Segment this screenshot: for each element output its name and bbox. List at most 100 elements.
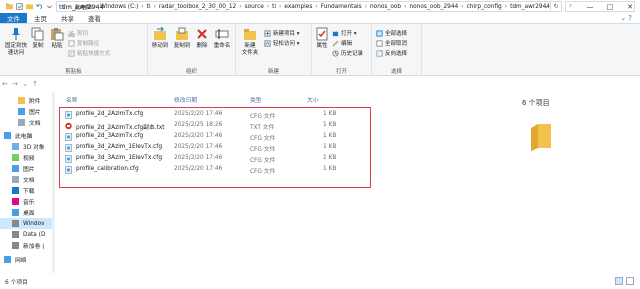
organize-group: 移动到 复制到 删除 重命名 组织 <box>148 24 236 76</box>
nav-item[interactable]: 视频 <box>0 152 55 163</box>
paste-label: 粘贴 <box>51 43 63 49</box>
search-icon: ⌕ <box>569 3 573 9</box>
cut-label: 剪切 <box>77 31 89 37</box>
undo-icon[interactable] <box>36 3 43 10</box>
breadcrumb-separator[interactable]: › <box>315 4 317 10</box>
quick-access-dropdown-icon[interactable] <box>46 3 53 10</box>
computer-icon <box>61 4 66 9</box>
tab-home[interactable]: 主页 <box>27 13 54 23</box>
nav-item[interactable]: Data (D <box>0 229 55 240</box>
nav-item[interactable]: 图片 <box>0 163 55 174</box>
column-type[interactable]: 类型 <box>250 95 262 104</box>
breadcrumb-separator[interactable]: › <box>239 4 241 10</box>
properties-icon[interactable] <box>16 3 23 10</box>
properties-icon <box>316 27 328 41</box>
select-all-button[interactable]: 全部选择 <box>376 29 407 37</box>
forward-button[interactable]: → <box>10 80 20 88</box>
nav-item[interactable]: 此电脑 <box>0 130 55 141</box>
breadcrumb-separator[interactable]: › <box>141 4 143 10</box>
nav-item[interactable]: 网络 <box>0 254 55 265</box>
nav-item[interactable]: 附件 <box>0 95 55 106</box>
up-button[interactable]: ↑ <box>30 80 40 88</box>
select-none-button[interactable]: 全部取消 <box>376 39 407 47</box>
breadcrumb-item[interactable]: ti <box>147 4 151 10</box>
nav-item-label: 文档 <box>29 121 41 127</box>
history-button[interactable]: 历史记录 <box>332 49 363 57</box>
delete-button[interactable]: 删除 <box>194 27 210 50</box>
copy-button[interactable]: 复制 <box>31 27 45 50</box>
breadcrumb-item[interactable]: Fundamentals <box>321 4 362 10</box>
new-folder-button[interactable]: 新建 文件夹 <box>239 27 261 57</box>
new-folder-icon[interactable] <box>26 3 33 10</box>
breadcrumb-separator[interactable]: › <box>279 4 281 10</box>
column-date[interactable]: 修改日期 <box>174 95 197 104</box>
copy-path-button[interactable]: 复制路径 <box>68 39 99 47</box>
paste-shortcut-button[interactable]: 粘贴快捷方式 <box>68 49 110 57</box>
quick-access-toolbar <box>0 3 53 10</box>
invert-selection-button[interactable]: 反向选择 <box>376 49 407 57</box>
breadcrumb-separator[interactable]: › <box>95 4 97 10</box>
refresh-button[interactable]: ↻ <box>551 1 562 12</box>
nav-item-label: 下载 <box>23 189 35 195</box>
nav-item[interactable]: 音乐 <box>0 196 55 207</box>
breadcrumb-item[interactable]: chirp_config <box>467 4 502 10</box>
breadcrumb-separator[interactable]: › <box>365 4 367 10</box>
nav-item[interactable]: 下载 <box>0 185 55 196</box>
nav-scrollbar[interactable] <box>52 92 55 273</box>
tab-view[interactable]: 查看 <box>81 13 108 23</box>
easy-access-button[interactable]: 轻松访问 ▾ <box>264 39 300 47</box>
large-icons-view-button[interactable] <box>626 277 634 285</box>
paste-button[interactable]: 粘贴 <box>50 27 64 50</box>
cut-button[interactable]: 剪切 <box>68 29 88 37</box>
rename-button[interactable]: 重命名 <box>212 27 232 50</box>
view-toggle <box>615 277 634 285</box>
column-name[interactable]: 名称 <box>66 95 78 104</box>
nav-item[interactable]: 文档 <box>0 117 55 128</box>
column-size[interactable]: 大小 <box>307 95 319 104</box>
edit-button[interactable]: 编辑 <box>332 39 352 47</box>
help-icon[interactable]: ⌄ ? <box>620 13 640 23</box>
nav-item[interactable]: 文档 <box>0 174 55 185</box>
breadcrumb-item[interactable]: ti <box>272 4 276 10</box>
folder-icon <box>18 97 25 104</box>
open-group-label: 打开 <box>335 69 347 75</box>
move-to-button[interactable]: 移动到 <box>150 27 170 50</box>
breadcrumb-item[interactable]: 此电脑 <box>74 2 91 11</box>
copy-to-icon <box>176 27 188 40</box>
details-view-button[interactable] <box>615 277 623 285</box>
search-input[interactable]: ⌕ <box>565 1 635 12</box>
breadcrumb-separator[interactable]: › <box>69 4 71 10</box>
pin-label: 固定到快速访问 <box>4 43 27 56</box>
copy-to-button[interactable]: 复制到 <box>172 27 192 50</box>
address-dropdown-icon[interactable]: ⌄ <box>541 1 551 12</box>
back-button[interactable]: ← <box>0 80 10 88</box>
breadcrumb-item[interactable]: Windows (C:) <box>100 4 138 10</box>
address-bar[interactable]: › 此电脑 › Windows (C:) › ti › radar_toolbox_2_30_… <box>56 1 551 12</box>
breadcrumb-item[interactable]: radar_toolbox_2_30_00_12 <box>159 4 236 10</box>
breadcrumb-item[interactable]: examples <box>284 4 312 10</box>
breadcrumb-separator[interactable]: › <box>267 4 269 10</box>
nav-item[interactable]: 桌面 <box>0 207 55 218</box>
nav-item[interactable]: 新加卷 ( <box>0 240 55 251</box>
tab-share[interactable]: 共享 <box>54 13 81 23</box>
nav-item-label: 文档 <box>23 178 35 184</box>
nav-item[interactable]: Windov <box>0 218 55 229</box>
open-button[interactable]: 打开 ▾ <box>332 29 357 37</box>
breadcrumb-item[interactable]: nonos_oob_2944 <box>409 4 458 10</box>
breadcrumb-separator[interactable]: › <box>404 4 406 10</box>
breadcrumb-separator[interactable]: › <box>461 4 463 10</box>
breadcrumb-item[interactable]: source <box>245 4 264 10</box>
nav-item[interactable]: 3D 对象 <box>0 141 55 152</box>
open-group: 属性 打开 ▾ 编辑 历史记录 打开 <box>312 24 372 76</box>
new-item-button[interactable]: 新建项目 ▾ <box>264 29 300 37</box>
breadcrumb-separator[interactable]: › <box>505 4 507 10</box>
nav-item[interactable]: 图片 <box>0 106 55 117</box>
breadcrumb-item[interactable]: nonos_oob <box>370 4 401 10</box>
organize-group-label: 组织 <box>185 69 197 75</box>
pin-quick-access-button[interactable]: 固定到快速访问 <box>4 27 28 57</box>
tab-file[interactable]: 文件 <box>0 13 27 23</box>
breadcrumb-separator[interactable]: › <box>154 4 156 10</box>
recent-locations-button[interactable]: ⌄ <box>20 80 30 88</box>
nav-item-label: 图片 <box>29 110 41 116</box>
properties-button[interactable]: 属性 <box>314 27 330 50</box>
